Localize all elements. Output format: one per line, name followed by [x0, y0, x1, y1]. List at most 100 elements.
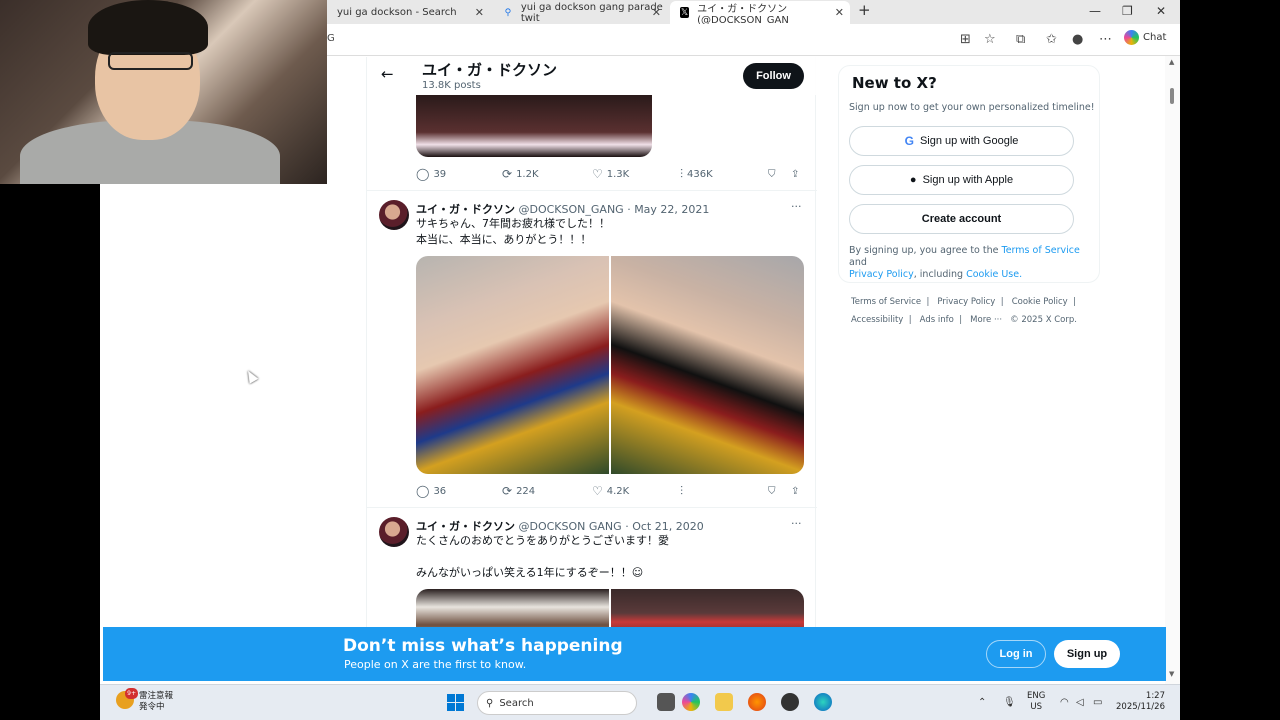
banner-title: Don’t miss what’s happening — [343, 636, 623, 656]
tab-label: ユイ・ガ・ドクソン (@DOCKSON_GAN — [697, 3, 789, 26]
close-window-icon[interactable]: ✕ — [1156, 4, 1166, 18]
clock[interactable]: 1:27 2025/11/26 — [1116, 691, 1165, 713]
favorite-star-icon[interactable]: ☆ — [984, 32, 996, 47]
more-icon[interactable]: ⋯ — [1099, 32, 1112, 47]
tab-search-1[interactable]: yui ga dockson - Search ✕ — [327, 1, 490, 24]
apple-signup-button[interactable]: ● Sign up with Apple — [849, 165, 1074, 195]
footer-links-row1[interactable]: Terms of Service | Privacy Policy | Cook… — [851, 297, 1076, 307]
heart-icon: ♡ — [592, 484, 603, 498]
tab-search-2[interactable]: ⚲ yui ga dockson gang parade twit ✕ — [493, 1, 667, 24]
tweet-date[interactable]: · May 22, 2021 — [627, 203, 709, 216]
minimize-icon[interactable]: — — [1089, 4, 1101, 18]
tweet-actions: ◯ 39 ⟳ 1.2K ♡ 1.3K ⫶ 436K ⛉ ⇪ — [416, 165, 806, 183]
tweet-media[interactable] — [416, 589, 804, 627]
scroll-thumb[interactable] — [1170, 88, 1174, 104]
create-account-button[interactable]: Create account — [849, 204, 1074, 234]
signup-panel: New to X? Sign up now to get your own pe… — [838, 65, 1100, 283]
repost-icon: ⟳ — [502, 167, 513, 181]
photo-right[interactable] — [611, 589, 804, 627]
app-available-icon[interactable]: ⊞ — [960, 32, 971, 47]
edge-icon[interactable] — [814, 693, 832, 711]
tweet-date[interactable]: · Oct 21, 2020 — [625, 520, 704, 533]
battery-icon[interactable]: ▭ — [1093, 697, 1102, 708]
views-button[interactable]: ⫶ 436K — [680, 167, 713, 182]
tab-x-profile[interactable]: 𝕏 ユイ・ガ・ドクソン (@DOCKSON_GAN ✕ — [670, 1, 850, 26]
repost-count: 224 — [516, 485, 536, 497]
language-indicator[interactable]: ENG US — [1027, 691, 1045, 713]
close-icon[interactable]: ✕ — [835, 6, 844, 19]
favorites-icon[interactable]: ✩ — [1046, 32, 1057, 47]
new-tab-icon[interactable]: + — [858, 1, 871, 19]
bookmark-icon[interactable]: ⛉ — [768, 169, 776, 180]
like-button[interactable]: ♡ 4.2K — [592, 484, 629, 498]
task-view-icon[interactable] — [657, 693, 675, 711]
author-name[interactable]: ユイ・ガ・ドクソン — [416, 520, 515, 533]
signup-button[interactable]: Sign up — [1054, 640, 1120, 668]
tray-chevron-icon[interactable]: ⌃ — [978, 697, 986, 708]
like-button[interactable]: ♡ 1.3K — [592, 167, 629, 181]
scroll-up-icon[interactable]: ▲ — [1169, 58, 1174, 66]
tweet-meta: ユイ・ガ・ドクソン @DOCKSON GANG · Oct 21, 2020 — [416, 518, 704, 534]
weather-widget[interactable]: 9+ 雷注意報 発令中 — [116, 688, 173, 713]
reply-count: 36 — [433, 485, 447, 497]
repost-button[interactable]: ⟳ 224 — [502, 484, 535, 498]
footer-links-row2[interactable]: Accessibility | Ads info | More ··· © 20… — [851, 315, 1077, 325]
profile-icon[interactable]: ● — [1072, 32, 1083, 47]
author-handle[interactable]: @DOCKSON_GANG — [519, 203, 624, 216]
copilot-icon — [1124, 30, 1139, 45]
bookmark-icon[interactable]: ⛉ — [768, 486, 776, 497]
taskbar-search[interactable]: ⚲ Search — [477, 691, 637, 715]
views-button[interactable]: ⫶ — [680, 484, 683, 499]
share-icon[interactable]: ⇪ — [791, 169, 799, 180]
taskbar: 9+ 雷注意報 発令中 ⚲ Search ⌃ 🎙 ENG US ◠ ◁ ▭ 1:27… — [100, 684, 1180, 720]
close-icon[interactable]: ✕ — [652, 6, 661, 19]
google-signup-button[interactable]: G Sign up with Google — [849, 126, 1074, 156]
wifi-icon[interactable]: ◠ — [1060, 697, 1069, 708]
obs-icon[interactable] — [781, 693, 799, 711]
follow-button[interactable]: Follow — [743, 63, 804, 89]
views-icon: ⫶ — [680, 483, 684, 498]
volume-icon[interactable]: ◁ — [1076, 697, 1084, 708]
weather-badge: 9+ — [125, 688, 138, 699]
restore-icon[interactable]: ❐ — [1122, 4, 1133, 18]
scroll-down-icon[interactable]: ▼ — [1169, 670, 1174, 678]
reply-button[interactable]: ◯ 36 — [416, 484, 446, 498]
x-logo-icon: 𝕏 — [680, 7, 690, 18]
avatar[interactable] — [379, 200, 409, 230]
copilot-app-icon[interactable] — [682, 693, 700, 711]
firefox-icon[interactable] — [748, 693, 766, 711]
file-explorer-icon[interactable] — [715, 693, 733, 711]
tweet-media[interactable] — [416, 256, 804, 474]
share-icon[interactable]: ⇪ — [791, 486, 799, 497]
cookie-link[interactable]: Cookie Use. — [966, 269, 1022, 280]
scrollbar[interactable]: ▲ ▼ — [1165, 56, 1180, 684]
view-count: 436K — [687, 168, 713, 180]
author-name[interactable]: ユイ・ガ・ドクソン — [416, 203, 515, 216]
tweet-media-previous[interactable] — [416, 95, 652, 157]
photo-left[interactable] — [416, 256, 609, 474]
repost-button[interactable]: ⟳ 1.2K — [502, 167, 539, 181]
address-bar: G ⊞ ☆ ⧉ ✩ ● ⋯ Chat — [327, 24, 1180, 56]
weather-icon: 9+ — [116, 688, 138, 709]
close-icon[interactable]: ✕ — [475, 6, 484, 19]
more-options-icon[interactable]: ··· — [791, 200, 802, 213]
post-count: 13.8K posts — [422, 80, 481, 91]
reply-button[interactable]: ◯ 39 — [416, 167, 446, 181]
photo-left[interactable] — [416, 589, 609, 627]
start-icon[interactable] — [447, 694, 464, 711]
photo-right[interactable] — [611, 256, 804, 474]
extensions-icon[interactable]: ⧉ — [1016, 32, 1025, 47]
more-options-icon[interactable]: ··· — [791, 517, 802, 530]
url-fragment[interactable]: G — [327, 33, 335, 44]
microphone-icon[interactable]: 🎙 — [1003, 697, 1016, 708]
author-handle[interactable]: @DOCKSON GANG — [519, 520, 622, 533]
copilot-chat-button[interactable]: Chat — [1124, 30, 1166, 45]
profile-header: ← ユイ・ガ・ドクソン 13.8K posts Follow — [367, 57, 817, 95]
privacy-link[interactable]: Privacy Policy — [849, 269, 914, 280]
terms-link[interactable]: Terms of Service — [1002, 245, 1080, 256]
apple-signup-label: Sign up with Apple — [922, 174, 1014, 186]
webcam-overlay — [0, 0, 327, 184]
back-arrow-icon[interactable]: ← — [381, 65, 394, 83]
avatar[interactable] — [379, 517, 409, 547]
login-button[interactable]: Log in — [986, 640, 1046, 668]
